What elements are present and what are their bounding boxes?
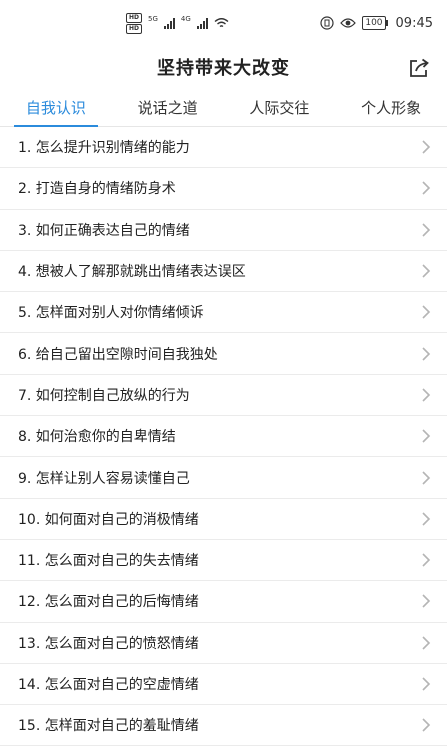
tab-self-awareness[interactable]: 自我认识 xyxy=(0,88,112,127)
list-item[interactable]: 10. 如何面对自己的消极情绪 xyxy=(0,499,447,540)
list-item[interactable]: 1. 怎么提升识别情绪的能力 xyxy=(0,127,447,169)
share-icon[interactable] xyxy=(407,56,431,80)
chevron-right-icon xyxy=(422,388,431,402)
list-item[interactable]: 15. 怎样面对自己的羞耻情绪 xyxy=(0,705,447,746)
list-item-label: 4. 想被人了解那就跳出情绪表达误区 xyxy=(18,264,246,281)
list-item[interactable]: 14. 怎么面对自己的空虚情绪 xyxy=(0,664,447,706)
battery-icon: 100 xyxy=(362,16,388,30)
clock: 09:45 xyxy=(395,15,433,31)
list-item-label: 11. 怎么面对自己的失去情绪 xyxy=(18,553,199,570)
hd-indicators: HD HD xyxy=(126,12,143,34)
list-item[interactable]: 3. 如何正确表达自己的情绪 xyxy=(0,210,447,251)
chevron-right-icon xyxy=(422,677,431,691)
category-tabs: 自我认识 说话之道 人际交往 个人形象 xyxy=(0,88,447,127)
status-bar: HD HD 5G 4G 100 09:45 xyxy=(0,0,447,46)
chevron-right-icon xyxy=(422,181,431,196)
list-item-label: 13. 怎么面对自己的愤怒情绪 xyxy=(18,635,199,652)
list-item-label: 10. 如何面对自己的消极情绪 xyxy=(18,511,199,528)
list-item[interactable]: 6. 给自己留出空隙时间自我独处 xyxy=(0,333,447,375)
title-bar: 坚持带来大改变 xyxy=(0,46,447,88)
list-item-label: 9. 怎样让别人容易读懂自己 xyxy=(18,470,190,487)
list-item[interactable]: 7. 如何控制自己放纵的行为 xyxy=(0,375,447,417)
list-item[interactable]: 11. 怎么面对自己的失去情绪 xyxy=(0,540,447,582)
chevron-right-icon xyxy=(422,553,431,567)
chevron-right-icon xyxy=(422,636,431,650)
list-item-label: 12. 怎么面对自己的后悔情绪 xyxy=(18,594,199,611)
chevron-right-icon xyxy=(422,305,431,319)
vibrate-icon xyxy=(320,16,334,30)
list-item-label: 2. 打造自身的情绪防身术 xyxy=(18,181,176,198)
list-item[interactable]: 5. 怎样面对别人对你情绪倾诉 xyxy=(0,292,447,334)
list-item[interactable]: 4. 想被人了解那就跳出情绪表达误区 xyxy=(0,251,447,293)
chevron-right-icon xyxy=(422,470,431,485)
list-item-label: 3. 如何正确表达自己的情绪 xyxy=(18,222,190,239)
chevron-right-icon xyxy=(422,140,431,154)
tab-speaking[interactable]: 说话之道 xyxy=(112,88,224,126)
list-item[interactable]: 2. 打造自身的情绪防身术 xyxy=(0,168,447,210)
signal-icon xyxy=(163,17,175,29)
chevron-right-icon xyxy=(422,347,431,361)
list-item-label: 8. 如何治愈你的自卑情结 xyxy=(18,429,176,446)
chevron-right-icon xyxy=(422,223,431,237)
list-item[interactable]: 13. 怎么面对自己的愤怒情绪 xyxy=(0,623,447,664)
network-type-2: 4G xyxy=(180,14,191,23)
list-item[interactable]: 8. 如何治愈你的自卑情结 xyxy=(0,416,447,458)
eye-icon xyxy=(340,18,357,28)
chevron-right-icon xyxy=(422,264,431,278)
list-item-label: 6. 给自己留出空隙时间自我独处 xyxy=(18,346,218,363)
tab-social[interactable]: 人际交往 xyxy=(224,88,336,126)
list-item[interactable]: 12. 怎么面对自己的后悔情绪 xyxy=(0,581,447,623)
list-item-label: 7. 如何控制自己放纵的行为 xyxy=(18,387,190,404)
network-type-1: 5G xyxy=(148,14,158,23)
hd-badge-1: HD xyxy=(126,12,143,23)
status-left: HD HD 5G 4G xyxy=(126,12,229,34)
chevron-right-icon xyxy=(422,594,431,608)
chevron-right-icon xyxy=(422,512,431,526)
hd-badge-2: HD xyxy=(126,23,143,34)
page-title: 坚持带来大改变 xyxy=(157,58,290,79)
wifi-icon xyxy=(214,18,229,28)
tab-image[interactable]: 个人形象 xyxy=(335,88,447,126)
signal-icon-2 xyxy=(196,17,208,29)
article-list: 1. 怎么提升识别情绪的能力 2. 打造自身的情绪防身术 3. 如何正确表达自己… xyxy=(0,127,447,746)
chevron-right-icon xyxy=(422,429,431,443)
list-item-label: 15. 怎样面对自己的羞耻情绪 xyxy=(18,718,199,735)
chevron-right-icon xyxy=(422,718,431,732)
list-item-label: 1. 怎么提升识别情绪的能力 xyxy=(18,140,190,157)
list-item-label: 5. 怎样面对别人对你情绪倾诉 xyxy=(18,305,204,322)
list-item[interactable]: 9. 怎样让别人容易读懂自己 xyxy=(0,457,447,499)
status-right: 100 09:45 xyxy=(320,16,433,31)
list-item-label: 14. 怎么面对自己的空虚情绪 xyxy=(18,677,199,693)
